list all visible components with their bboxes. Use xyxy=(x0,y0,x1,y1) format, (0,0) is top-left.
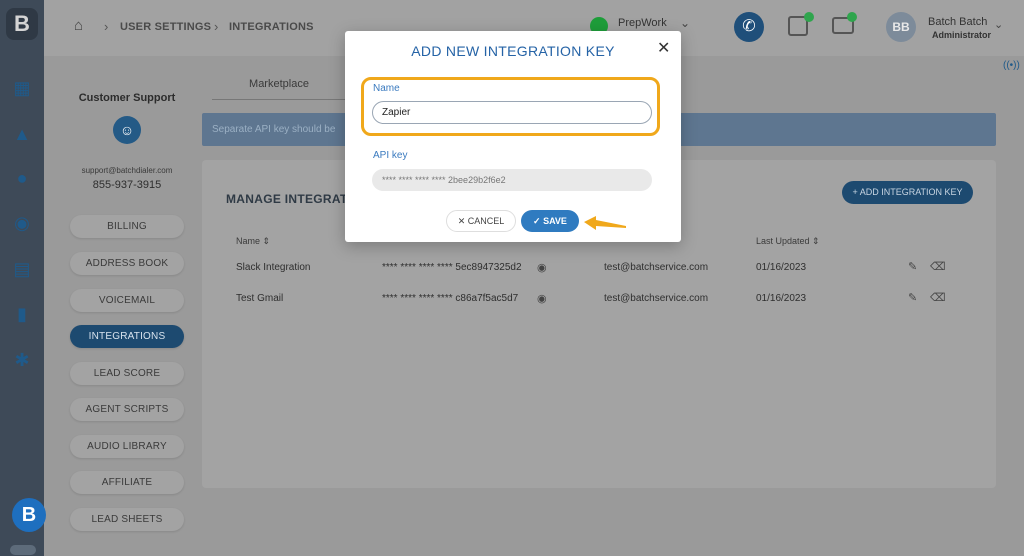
integrations-puzzle-icon[interactable]: ✱ xyxy=(10,348,34,372)
contacts-icon[interactable]: ● xyxy=(10,166,34,190)
calendar-badge xyxy=(804,12,814,22)
name-label: Name xyxy=(373,83,400,94)
edit-icon[interactable]: ✎ xyxy=(908,260,917,273)
left-rail: B ▦ ▲ ● ◉ ▤ ▮ ✱ B xyxy=(0,0,46,556)
row-2-updated: 01/16/2023 xyxy=(756,293,807,304)
menu-integrations[interactable]: INTEGRATIONS xyxy=(70,325,184,348)
settings-sidebar: Customer Support ☺ support@batchdialer.c… xyxy=(60,62,194,552)
support-email[interactable]: support@batchdialer.com xyxy=(60,166,194,175)
save-button[interactable]: ✓ SAVE xyxy=(521,210,579,232)
menu-lead-sheets[interactable]: LEAD SHEETS xyxy=(70,508,184,531)
chat-badge xyxy=(847,12,857,22)
name-input[interactable] xyxy=(372,101,652,124)
row-2-name: Test Gmail xyxy=(236,293,284,304)
column-header-name[interactable]: Name ⇕ xyxy=(236,236,270,247)
arrow-pointer-icon xyxy=(584,216,626,230)
phone-button[interactable]: ✆ xyxy=(734,12,764,42)
delete-icon[interactable]: ⌫ xyxy=(930,260,946,273)
card-title: MANAGE INTEGRATI xyxy=(226,192,352,206)
api-key-label: API key xyxy=(373,150,408,161)
avatar[interactable]: BB xyxy=(886,12,916,42)
menu-billing[interactable]: BILLING xyxy=(70,215,184,238)
eye-icon[interactable]: ◉ xyxy=(537,292,547,305)
support-agent-icon: ☺ xyxy=(113,116,141,144)
api-key-input xyxy=(372,169,652,191)
row-2-created-by: test@batchservice.com xyxy=(604,293,709,304)
contact-list-icon[interactable]: ▤ xyxy=(10,257,34,281)
delete-icon[interactable]: ⌫ xyxy=(930,291,946,304)
headset-icon[interactable]: ◉ xyxy=(10,211,34,235)
add-integration-key-button[interactable]: + ADD INTEGRATION KEY xyxy=(842,181,973,204)
tab-marketplace[interactable]: Marketplace xyxy=(212,78,346,100)
column-header-last-updated[interactable]: Last Updated ⇕ xyxy=(756,236,820,247)
user-menu-chevron-icon[interactable]: ⌄ xyxy=(994,18,1003,31)
eye-icon[interactable]: ◉ xyxy=(537,261,547,274)
megaphone-icon[interactable]: ▲ xyxy=(10,122,34,146)
cancel-label: CANCEL xyxy=(467,216,505,226)
signal-icon: ((•)) xyxy=(1003,60,1020,71)
info-text: Separate API key should be xyxy=(212,124,336,135)
user-role: Administrator xyxy=(932,30,992,40)
menu-affiliate[interactable]: AFFILIATE xyxy=(70,471,184,494)
workspace-name[interactable]: PrepWork xyxy=(618,17,667,29)
row-1-updated: 01/16/2023 xyxy=(756,262,807,273)
row-1-created-by: test@batchservice.com xyxy=(604,262,709,273)
app-logo[interactable]: B xyxy=(6,8,38,40)
customer-support-title: Customer Support xyxy=(78,92,176,104)
dashboard-icon[interactable]: ▦ xyxy=(10,76,34,100)
add-integration-modal: ADD NEW INTEGRATION KEY ✕ Name API key ✕… xyxy=(345,31,681,242)
row-1-name: Slack Integration xyxy=(236,262,311,273)
menu-audio-library[interactable]: AUDIO LIBRARY xyxy=(70,435,184,458)
stats-icon[interactable]: ▮ xyxy=(10,302,34,326)
chevron-right-icon: › xyxy=(214,19,219,34)
user-name[interactable]: Batch Batch xyxy=(928,16,987,28)
modal-title: ADD NEW INTEGRATION KEY xyxy=(411,43,615,59)
close-icon[interactable]: ✕ xyxy=(657,38,670,58)
row-2-key: **** **** **** **** c86a7f5ac5d7 xyxy=(382,293,519,304)
chevron-right-icon: › xyxy=(104,19,109,34)
toggle-switch[interactable] xyxy=(10,545,36,555)
chevron-down-icon[interactable]: ⌄ xyxy=(680,16,690,30)
cancel-button[interactable]: ✕ CANCEL xyxy=(446,210,516,232)
support-phone[interactable]: 855-937-3915 xyxy=(60,179,194,191)
save-label: SAVE xyxy=(543,216,567,226)
home-icon[interactable]: ⌂ xyxy=(74,18,90,34)
menu-lead-score[interactable]: LEAD SCORE xyxy=(70,362,184,385)
add-integration-key-label: ADD INTEGRATION KEY xyxy=(859,187,963,197)
breadcrumb-user-settings[interactable]: USER SETTINGS xyxy=(120,21,211,33)
menu-address-book[interactable]: ADDRESS BOOK xyxy=(70,252,184,275)
edit-icon[interactable]: ✎ xyxy=(908,291,917,304)
breadcrumb-integrations: INTEGRATIONS xyxy=(229,21,314,33)
menu-voicemail[interactable]: VOICEMAIL xyxy=(70,289,184,312)
batch-logo-button[interactable]: B xyxy=(12,498,46,532)
menu-agent-scripts[interactable]: AGENT SCRIPTS xyxy=(70,398,184,421)
row-1-key: **** **** **** **** 5ec8947325d2 xyxy=(382,262,522,273)
